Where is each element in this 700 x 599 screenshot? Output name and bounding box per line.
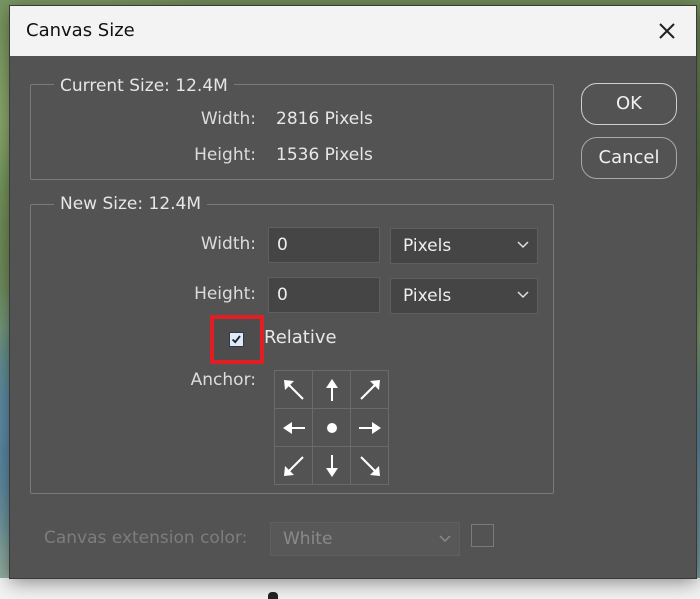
- arrow-up-right-icon: [359, 379, 380, 400]
- relative-checkbox[interactable]: [229, 332, 244, 347]
- anchor-top[interactable]: [313, 371, 351, 409]
- extension-color-swatch[interactable]: [471, 524, 494, 547]
- checkmark-icon: [231, 335, 241, 344]
- anchor-grid: [274, 370, 389, 485]
- canvas-size-dialog: Canvas Size Current Size: 12.4M Width: 2…: [10, 6, 696, 578]
- anchor-bottom-right[interactable]: [351, 447, 389, 485]
- new-height-unit-select[interactable]: Pixels: [390, 278, 538, 314]
- new-width-label: Width:: [200, 234, 256, 254]
- new-height-input[interactable]: [268, 277, 380, 313]
- new-width-unit-select[interactable]: Pixels: [390, 228, 538, 264]
- anchor-bottom[interactable]: [313, 447, 351, 485]
- chevron-down-icon: [517, 241, 529, 249]
- ok-button[interactable]: OK: [581, 83, 677, 125]
- anchor-right[interactable]: [351, 409, 389, 447]
- close-button[interactable]: [654, 18, 680, 44]
- anchor-left[interactable]: [275, 409, 313, 447]
- chevron-down-icon: [517, 291, 529, 299]
- current-width-value: 2816 Pixels: [276, 109, 373, 129]
- arrow-down-icon: [325, 454, 338, 477]
- new-height-label: Height:: [194, 284, 256, 304]
- anchor-center[interactable]: [313, 409, 351, 447]
- dialog-titlebar: Canvas Size: [10, 6, 696, 56]
- arrow-down-left-icon: [283, 455, 304, 476]
- chevron-down-icon: [439, 535, 451, 543]
- dialog-title: Canvas Size: [26, 20, 135, 41]
- new-width-unit-value: Pixels: [403, 236, 452, 256]
- close-icon: [659, 23, 675, 39]
- arrow-down-right-icon: [359, 455, 380, 476]
- current-size-group: [30, 84, 554, 180]
- taskbar-indicator: [268, 592, 278, 599]
- new-height-unit-value: Pixels: [403, 286, 452, 306]
- cancel-button[interactable]: Cancel: [581, 137, 677, 179]
- new-size-legend: New Size: 12.4M: [54, 194, 208, 214]
- current-height-label: Height:: [194, 145, 256, 165]
- anchor-top-right[interactable]: [351, 371, 389, 409]
- arrow-up-left-icon: [283, 379, 304, 400]
- current-height-value: 1536 Pixels: [276, 145, 373, 165]
- new-width-input[interactable]: [268, 227, 380, 263]
- anchor-top-left[interactable]: [275, 371, 313, 409]
- taskbar: [0, 578, 700, 599]
- relative-label: Relative: [264, 327, 337, 348]
- center-dot-icon: [326, 422, 337, 433]
- current-size-legend: Current Size: 12.4M: [54, 76, 234, 96]
- extension-color-value: White: [283, 529, 333, 549]
- current-width-label: Width:: [200, 109, 256, 129]
- arrow-left-icon: [282, 421, 305, 434]
- anchor-label: Anchor:: [190, 370, 256, 390]
- anchor-bottom-left[interactable]: [275, 447, 313, 485]
- extension-color-label: Canvas extension color:: [44, 528, 248, 548]
- extension-color-select[interactable]: White: [270, 522, 460, 556]
- arrow-right-icon: [358, 421, 381, 434]
- arrow-up-icon: [325, 378, 338, 401]
